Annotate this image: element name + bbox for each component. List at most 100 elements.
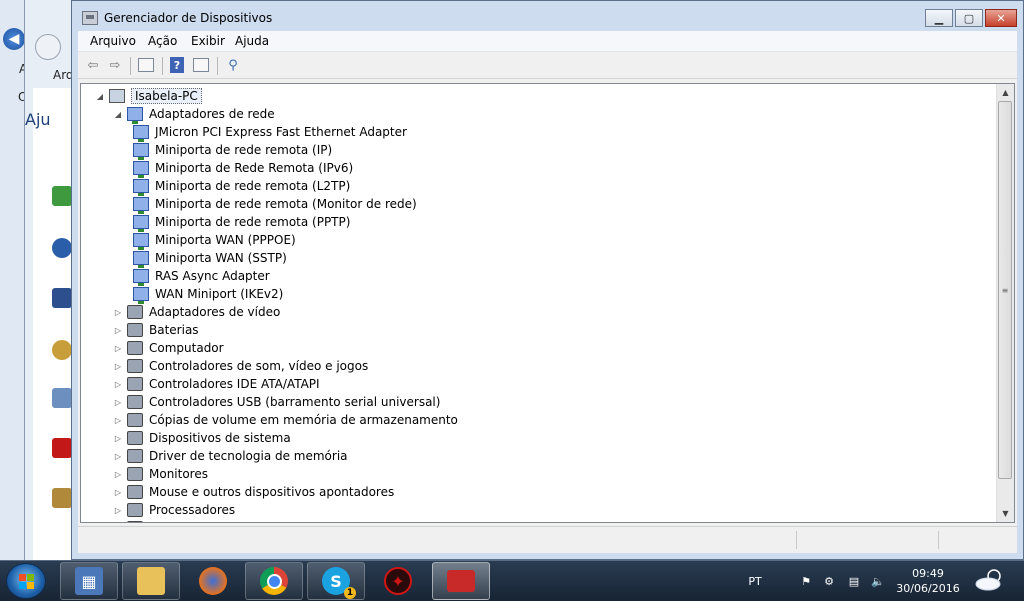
network-adapter-icon <box>133 143 149 160</box>
vertical-scrollbar[interactable]: ▲ ≡ ▼ <box>996 84 1014 522</box>
taskbar-app-firefox[interactable] <box>184 562 242 600</box>
expand-arrow-icon[interactable]: ▷ <box>113 308 123 317</box>
clock-time: 09:49 <box>912 567 944 580</box>
network-adapter-icon <box>133 197 149 214</box>
weather-cloud-icon[interactable] <box>972 567 1008 593</box>
tree-category-item[interactable]: ▷ Baterias <box>113 321 199 339</box>
skype-icon: S 1 <box>322 567 356 599</box>
expand-arrow-icon[interactable]: ▷ <box>113 398 123 407</box>
maximize-button[interactable]: ▢ <box>955 9 983 27</box>
tree-category-item[interactable]: ▷ Cópias de volume em memória de armazena… <box>113 411 458 429</box>
toolbar-separator <box>162 57 163 75</box>
properties-icon[interactable] <box>193 58 209 72</box>
tree-device-item[interactable]: RAS Async Adapter <box>133 267 270 286</box>
firefox-icon <box>199 567 227 595</box>
expand-arrow-icon[interactable]: ▷ <box>113 470 123 479</box>
expand-arrow-icon[interactable]: ▷ <box>113 416 123 425</box>
tree-device-item[interactable]: Miniporta de rede remota (Monitor de red… <box>133 195 417 214</box>
tree-category-item[interactable]: ▷ Computador <box>113 339 224 357</box>
action-center-flag-icon[interactable]: ⚑ <box>797 561 815 601</box>
tree-item-label: Controladores IDE ATA/ATAPI <box>149 377 320 391</box>
volume-muted-icon[interactable]: 🔈 <box>869 561 887 601</box>
back-arrow-icon[interactable]: ⇦ <box>84 56 102 74</box>
network-adapter-icon <box>133 251 149 268</box>
clock[interactable]: 09:49 30/06/2016 <box>896 566 960 596</box>
title-bar[interactable]: Gerenciador de Dispositivos ▁ ▢ ✕ <box>72 1 1023 33</box>
taskbar-app-device-manager[interactable] <box>432 562 490 600</box>
tree-device-item[interactable]: JMicron PCI Express Fast Ethernet Adapte… <box>133 123 407 142</box>
taskbar-app-chrome[interactable] <box>245 562 303 600</box>
expand-arrow-icon[interactable]: ▷ <box>113 452 123 461</box>
tree-device-item[interactable]: Miniporta de rede remota (L2TP) <box>133 177 351 196</box>
collapse-arrow-icon[interactable]: ◢ <box>95 92 105 101</box>
taskbar-app-unknown[interactable]: ✦ <box>369 562 427 600</box>
tree-item-label: Processadores <box>149 503 236 517</box>
tree-category-item[interactable]: ▷ Processadores <box>113 501 235 519</box>
tree-item-label: Adaptadores de rede <box>149 107 275 121</box>
folder-icon <box>137 567 165 595</box>
device-category-icon <box>127 305 143 319</box>
tree-category-item[interactable]: ▷ Controladores IDE ATA/ATAPI <box>113 375 320 393</box>
taskbar-app-libraries[interactable]: ▦ <box>60 562 118 600</box>
tree-item-label: Miniporta de rede remota (L2TP) <box>155 179 351 193</box>
tree-category-item[interactable]: ▷ Driver de tecnologia de memória <box>113 447 348 465</box>
collapse-arrow-icon[interactable]: ◢ <box>113 110 123 119</box>
network-icon[interactable]: ▤ <box>845 561 863 601</box>
scan-hardware-changes-icon[interactable]: ⚲ <box>224 56 242 74</box>
tree-device-item[interactable]: WAN Miniport (IKEv2) <box>133 285 283 304</box>
scroll-down-arrow-icon[interactable]: ▼ <box>997 505 1014 522</box>
bluetooth-device-icon[interactable]: ⚙ <box>820 561 838 601</box>
tree-device-item[interactable]: Miniporta WAN (SSTP) <box>133 249 287 268</box>
tree-category-item[interactable]: ▷ Monitores <box>113 465 208 483</box>
tree-item-label: RAS Async Adapter <box>155 269 270 283</box>
language-indicator[interactable]: PT <box>744 561 766 601</box>
menu-arquivo[interactable]: Arquivo <box>90 34 136 48</box>
network-adapter-icon <box>133 125 149 142</box>
background-app-icon-7 <box>52 488 72 508</box>
menu-ajuda[interactable]: Ajuda <box>235 34 269 48</box>
minimize-button[interactable]: ▁ <box>925 9 953 27</box>
taskbar-app-skype[interactable]: S 1 <box>307 562 365 600</box>
tree-root-computer[interactable]: ◢ Isabela-PC <box>95 87 202 105</box>
background-app-icon-6 <box>52 438 72 458</box>
scroll-thumb[interactable]: ≡ <box>998 101 1012 479</box>
tree-category-item[interactable]: ▷ Mouse e outros dispositivos apontadores <box>113 483 394 501</box>
scroll-up-arrow-icon[interactable]: ▲ <box>997 84 1014 101</box>
tree-category-item[interactable]: ▷Teclados <box>113 519 200 522</box>
expand-arrow-icon[interactable]: ▷ <box>113 380 123 389</box>
tree-device-item[interactable]: Miniporta de rede remota (IP) <box>133 141 332 160</box>
tree-category-network-adapters[interactable]: ◢ Adaptadores de rede <box>113 105 275 124</box>
expand-arrow-icon[interactable]: ▷ <box>113 506 123 515</box>
tree-device-item[interactable]: Miniporta de rede remota (PPTP) <box>133 213 350 232</box>
help-icon[interactable]: ? <box>170 57 184 73</box>
forward-arrow-icon[interactable]: ⇨ <box>106 56 124 74</box>
taskbar-app-file-explorer[interactable] <box>122 562 180 600</box>
start-button[interactable] <box>6 563 46 599</box>
window-title: Gerenciador de Dispositivos <box>104 11 273 25</box>
tree-item-label: Monitores <box>149 467 208 481</box>
show-hide-console-tree-icon[interactable] <box>138 58 154 72</box>
expand-arrow-icon[interactable]: ▷ <box>113 488 123 497</box>
taskbar: ▦ S 1 ✦ PT ⚑ ⚙ ▤ 🔈 09:49 30/06/2016 <box>0 560 1024 601</box>
tree-device-item[interactable]: Miniporta WAN (PPPOE) <box>133 231 296 250</box>
device-category-icon <box>127 359 143 373</box>
expand-arrow-icon[interactable]: ▷ <box>113 326 123 335</box>
menu-acao[interactable]: Ação <box>148 34 177 48</box>
tree-category-item[interactable]: ▷ Adaptadores de vídeo <box>113 303 280 321</box>
expand-arrow-icon[interactable]: ▷ <box>113 362 123 371</box>
tree-item-label: Miniporta WAN (PPPOE) <box>155 233 296 247</box>
network-adapter-icon <box>133 287 149 304</box>
device-category-icon <box>127 521 143 522</box>
expand-arrow-icon[interactable]: ▷ <box>113 344 123 353</box>
back-button-icon[interactable]: ◀ <box>3 28 25 50</box>
device-category-icon <box>127 503 143 517</box>
menu-exibir[interactable]: Exibir <box>191 34 225 48</box>
toolbar-separator <box>217 57 218 75</box>
tree-item-label: Mouse e outros dispositivos apontadores <box>149 485 395 499</box>
close-button[interactable]: ✕ <box>985 9 1017 27</box>
tree-device-item[interactable]: Miniporta de Rede Remota (IPv6) <box>133 159 353 178</box>
tree-category-item[interactable]: ▷ Dispositivos de sistema <box>113 429 291 447</box>
tree-category-item[interactable]: ▷ Controladores de som, vídeo e jogos <box>113 357 368 375</box>
tree-category-item[interactable]: ▷ Controladores USB (barramento serial un… <box>113 393 440 411</box>
expand-arrow-icon[interactable]: ▷ <box>113 434 123 443</box>
